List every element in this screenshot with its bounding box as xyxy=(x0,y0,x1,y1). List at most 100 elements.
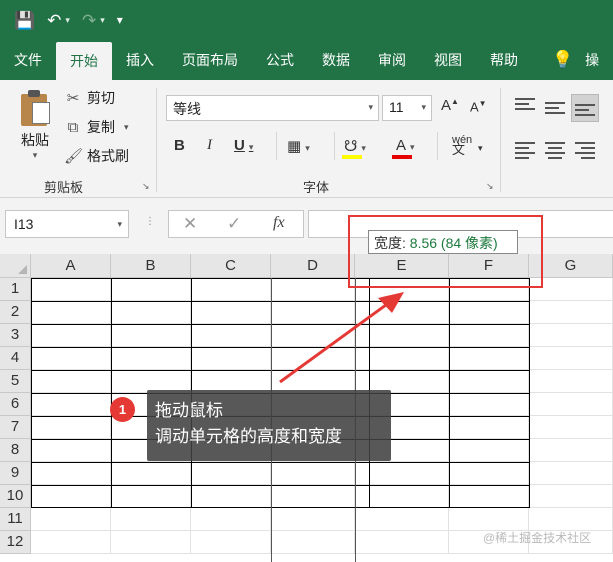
cell-g2[interactable] xyxy=(529,301,613,324)
cell-c2[interactable] xyxy=(191,301,271,324)
format-painter-button[interactable]: 🖌 格式刷 xyxy=(64,146,129,166)
chevron-down-icon[interactable]: ▾ xyxy=(410,142,415,152)
cell-a2[interactable] xyxy=(31,301,111,324)
cell-b10[interactable] xyxy=(111,485,191,508)
redo-icon[interactable]: ↷ xyxy=(82,12,96,29)
cell-g6[interactable] xyxy=(529,393,613,416)
row-header-3[interactable]: 3 xyxy=(0,324,31,347)
enter-icon[interactable]: ✓ xyxy=(227,214,241,234)
cell-d1[interactable] xyxy=(271,278,355,301)
column-header-b[interactable]: B xyxy=(111,254,191,278)
more-icon[interactable]: ⋮ xyxy=(145,216,155,227)
cancel-icon[interactable]: ✕ xyxy=(183,214,197,234)
row-header-10[interactable]: 10 xyxy=(0,485,31,508)
redo-dropdown-icon[interactable]: ▾ xyxy=(100,15,105,26)
name-box[interactable]: I13 ▾ xyxy=(5,210,129,238)
row-header-1[interactable]: 1 xyxy=(0,278,31,301)
cut-button[interactable]: ✂ 剪切 xyxy=(64,88,115,108)
row-header-11[interactable]: 11 xyxy=(0,508,31,531)
cell-g8[interactable] xyxy=(529,439,613,462)
decrease-font-size-button[interactable]: A▼ xyxy=(470,99,487,114)
cell-d12[interactable] xyxy=(271,531,355,554)
chevron-down-icon[interactable]: ▾ xyxy=(117,219,122,230)
tab-tell-me[interactable]: 操 xyxy=(583,40,599,80)
chevron-down-icon[interactable]: ▾ xyxy=(305,143,310,153)
cell-g3[interactable] xyxy=(529,324,613,347)
font-size-select[interactable]: 11 ▾ xyxy=(382,95,432,121)
undo-icon[interactable]: ↶ xyxy=(47,12,61,29)
chevron-down-icon[interactable]: ▾ xyxy=(361,143,366,153)
cell-a8[interactable] xyxy=(31,439,111,462)
chevron-down-icon[interactable]: ▾ xyxy=(14,150,56,161)
cell-f2[interactable] xyxy=(449,301,529,324)
cell-g4[interactable] xyxy=(529,347,613,370)
chevron-down-icon[interactable]: ▾ xyxy=(421,102,426,113)
cell-b4[interactable] xyxy=(111,347,191,370)
copy-button[interactable]: ⧉ 复制 ▾ xyxy=(64,117,129,137)
chevron-down-icon[interactable]: ▾ xyxy=(249,142,254,152)
cell-c12[interactable] xyxy=(191,531,271,554)
fill-color-button[interactable]: ☋ ▾ xyxy=(344,137,366,155)
tab-page-layout[interactable]: 页面布局 xyxy=(168,40,252,80)
borders-button[interactable]: ▦ ▾ xyxy=(287,137,310,155)
cell-c11[interactable] xyxy=(191,508,271,531)
tab-home[interactable]: 开始 xyxy=(56,42,112,80)
cell-c1[interactable] xyxy=(191,278,271,301)
cell-d3[interactable] xyxy=(271,324,355,347)
chevron-down-icon[interactable]: ▾ xyxy=(478,143,483,154)
italic-button[interactable]: I xyxy=(207,137,212,154)
cell-c10[interactable] xyxy=(191,485,271,508)
tab-formulas[interactable]: 公式 xyxy=(252,40,308,80)
cell-g7[interactable] xyxy=(529,416,613,439)
select-all-button[interactable] xyxy=(0,254,31,278)
cell-a3[interactable] xyxy=(31,324,111,347)
font-name-select[interactable]: 等线 ▾ xyxy=(166,95,379,121)
tab-help[interactable]: 帮助 xyxy=(476,40,532,80)
font-color-button[interactable]: A ▾ xyxy=(396,137,415,154)
dialog-launcher-icon[interactable]: ↘ xyxy=(142,181,150,192)
cell-a12[interactable] xyxy=(31,531,111,554)
row-header-12[interactable]: 12 xyxy=(0,531,31,554)
insert-function-button[interactable]: fx xyxy=(273,214,285,232)
cell-g11[interactable] xyxy=(529,508,613,531)
row-header-9[interactable]: 9 xyxy=(0,462,31,485)
cell-c4[interactable] xyxy=(191,347,271,370)
dialog-launcher-icon[interactable]: ↘ xyxy=(486,181,494,192)
cell-c3[interactable] xyxy=(191,324,271,347)
cell-d2[interactable] xyxy=(271,301,355,324)
cell-b11[interactable] xyxy=(111,508,191,531)
column-header-a[interactable]: A xyxy=(31,254,111,278)
cell-f8[interactable] xyxy=(449,439,529,462)
increase-font-size-button[interactable]: A▲ xyxy=(441,97,459,114)
lightbulb-icon[interactable]: 💡 xyxy=(532,40,583,80)
cell-d10[interactable] xyxy=(271,485,355,508)
align-middle-icon[interactable] xyxy=(545,102,565,117)
align-left-icon[interactable] xyxy=(515,142,535,162)
cell-a9[interactable] xyxy=(31,462,111,485)
save-icon[interactable]: 💾 xyxy=(14,12,35,29)
cell-g9[interactable] xyxy=(529,462,613,485)
cell-b3[interactable] xyxy=(111,324,191,347)
cell-f9[interactable] xyxy=(449,462,529,485)
chevron-down-icon[interactable]: ▾ xyxy=(368,102,373,113)
cell-a4[interactable] xyxy=(31,347,111,370)
tab-insert[interactable]: 插入 xyxy=(112,40,168,80)
cell-a7[interactable] xyxy=(31,416,111,439)
cell-a11[interactable] xyxy=(31,508,111,531)
phonetic-guide-button[interactable]: wén 文 xyxy=(452,135,472,157)
tab-file[interactable]: 文件 xyxy=(0,40,56,80)
cell-a5[interactable] xyxy=(31,370,111,393)
underline-button[interactable]: U ▾ xyxy=(234,137,253,154)
row-header-7[interactable]: 7 xyxy=(0,416,31,439)
tab-review[interactable]: 审阅 xyxy=(364,40,420,80)
row-header-8[interactable]: 8 xyxy=(0,439,31,462)
cell-a1[interactable] xyxy=(31,278,111,301)
row-header-2[interactable]: 2 xyxy=(0,301,31,324)
cell-e11[interactable] xyxy=(355,508,449,531)
cell-g5[interactable] xyxy=(529,370,613,393)
row-header-6[interactable]: 6 xyxy=(0,393,31,416)
customize-icon[interactable]: ▾ xyxy=(117,14,123,26)
tab-data[interactable]: 数据 xyxy=(308,40,364,80)
cell-g10[interactable] xyxy=(529,485,613,508)
cell-b9[interactable] xyxy=(111,462,191,485)
